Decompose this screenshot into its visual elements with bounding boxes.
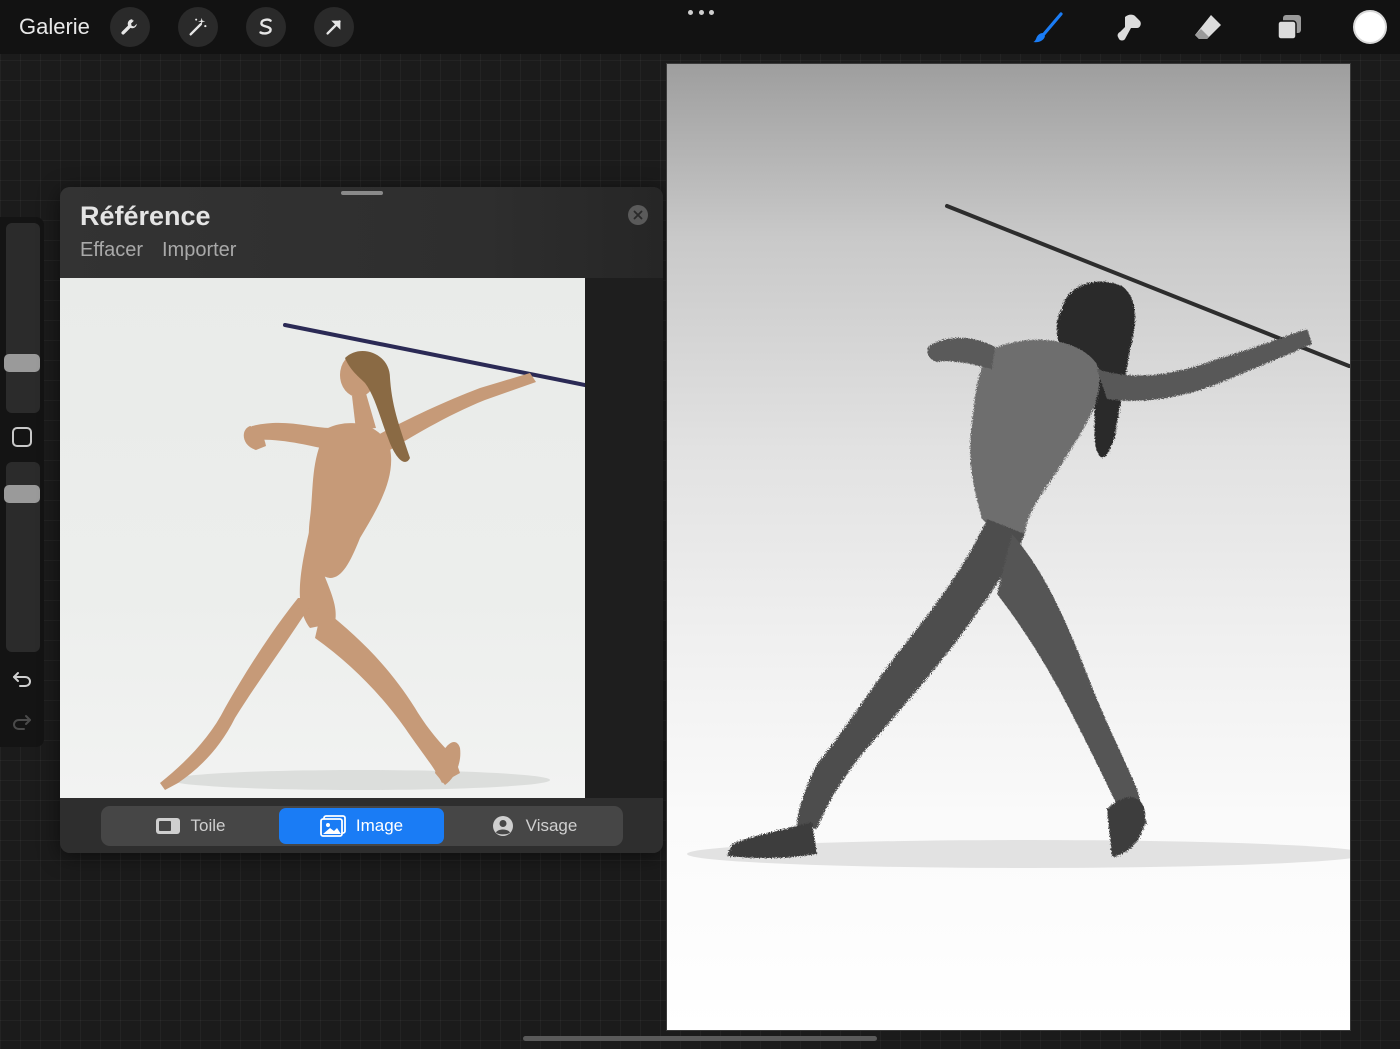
home-indicator[interactable]	[523, 1036, 877, 1041]
brush-tool-button[interactable]	[1028, 8, 1068, 48]
import-button[interactable]: Importer	[162, 239, 236, 262]
tab-toile-label: Toile	[190, 816, 226, 835]
tab-image-label: Image	[355, 816, 404, 835]
reference-mode-selector: Toile Image Visage	[101, 806, 623, 846]
layers-button[interactable]	[1270, 8, 1310, 48]
sidebar	[0, 217, 44, 747]
modify-button[interactable]	[12, 427, 32, 447]
smudge-icon	[1117, 14, 1141, 41]
wrench-icon	[121, 19, 137, 35]
close-icon	[633, 210, 643, 220]
gallery-button[interactable]: Galerie	[19, 14, 90, 40]
reference-title: Référence	[80, 201, 211, 231]
eraser-icon	[1195, 15, 1221, 39]
selection-button[interactable]	[246, 7, 286, 47]
tab-toile[interactable]: Toile	[103, 808, 277, 844]
redo-button[interactable]	[10, 710, 34, 734]
undo-button[interactable]	[10, 667, 34, 691]
more-options-icon[interactable]	[688, 6, 714, 18]
redo-icon	[12, 715, 31, 730]
color-picker-button[interactable]	[1353, 10, 1387, 44]
undo-icon	[13, 672, 32, 687]
tab-visage-label: Visage	[525, 816, 578, 835]
panel-grabber[interactable]	[341, 191, 383, 195]
reference-panel: Référence Effacer Importer Toile Image V…	[60, 187, 663, 853]
eraser-tool-button[interactable]	[1188, 8, 1228, 48]
drawing-canvas[interactable]	[666, 63, 1351, 1031]
brush-size-thumb[interactable]	[4, 354, 40, 372]
smudge-tool-button[interactable]	[1108, 8, 1148, 48]
actions-button[interactable]	[110, 7, 150, 47]
tab-image[interactable]: Image	[279, 808, 444, 844]
reference-footer: Toile Image Visage	[60, 798, 663, 853]
top-toolbar: Galerie	[0, 0, 1400, 54]
close-button[interactable]	[628, 205, 648, 225]
transform-button[interactable]	[314, 7, 354, 47]
brush-size-slider[interactable]	[6, 223, 40, 413]
face-icon	[492, 816, 513, 836]
reference-image[interactable]	[60, 278, 585, 798]
adjustments-button[interactable]	[178, 7, 218, 47]
magic-wand-icon	[189, 17, 207, 36]
canvas-icon	[155, 818, 180, 834]
reference-header: Référence Effacer Importer	[60, 187, 663, 278]
opacity-thumb[interactable]	[4, 485, 40, 503]
layers-icon	[1277, 15, 1301, 40]
tab-visage[interactable]: Visage	[446, 808, 621, 844]
image-icon	[319, 815, 346, 837]
clear-button[interactable]: Effacer	[80, 239, 143, 262]
brush-icon	[1033, 12, 1063, 43]
transform-arrow-icon	[326, 20, 341, 35]
selection-icon	[259, 18, 272, 35]
